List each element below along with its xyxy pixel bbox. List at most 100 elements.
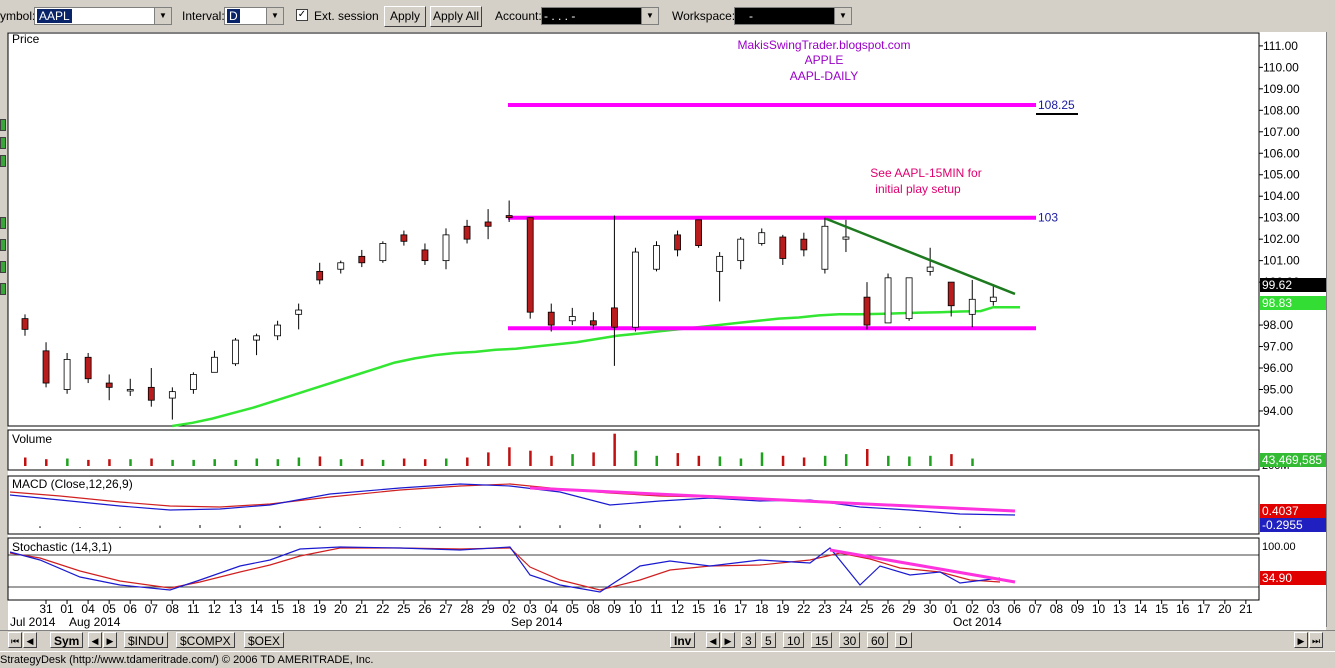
prev-icon[interactable]: ◀	[706, 632, 720, 648]
tab-interval-10[interactable]: 10	[783, 632, 805, 648]
stochastic-panel-label: Stochastic (14,3,1)	[12, 540, 112, 554]
chevron-down-icon[interactable]: ▼	[834, 8, 851, 24]
chevron-down-icon[interactable]: ▼	[154, 8, 171, 24]
x-day-label: 16	[1176, 602, 1190, 616]
prev-icon[interactable]: ◀	[88, 632, 102, 648]
volume-bar	[613, 433, 616, 466]
tab-interval-5[interactable]: 5	[761, 632, 776, 648]
volume-bar	[171, 459, 174, 466]
tab-compx[interactable]: $COMPX	[176, 632, 235, 648]
volume-bar	[739, 458, 743, 466]
macd-value-label: 0.4037	[1262, 504, 1299, 518]
tab-interval-3[interactable]: 3	[741, 632, 756, 648]
x-day-label: 08	[587, 602, 601, 616]
tab-oex[interactable]: $OEX	[244, 632, 285, 648]
workspace-value: -	[749, 9, 753, 23]
x-day-label: 05	[566, 602, 580, 616]
symbol-label: Symbol:	[0, 9, 36, 23]
toolbar: Symbol: AAPL ▼ Interval: D ▼ ✓ Ext. sess…	[0, 0, 1335, 33]
last-price-label: 99.62	[1262, 278, 1292, 292]
volume-bar	[634, 450, 637, 466]
x-day-label: 02	[966, 602, 980, 616]
apply-all-button[interactable]: Apply All	[430, 6, 482, 27]
x-day-label: 19	[776, 602, 790, 616]
candle-body	[358, 255, 366, 264]
x-day-label: 02	[502, 602, 516, 616]
x-day-label: 15	[692, 602, 706, 616]
price-tick-label: 106.00	[1263, 146, 1300, 160]
candle-body	[989, 296, 997, 302]
volume-bar	[466, 457, 469, 466]
tab-interval-d[interactable]: D	[895, 632, 912, 648]
volume-bar	[108, 459, 111, 466]
price-tick-label: 105.00	[1263, 168, 1300, 182]
tab-indu[interactable]: $INDU	[124, 632, 169, 648]
price-tick-label: 109.00	[1263, 82, 1300, 96]
x-day-label: 21	[355, 602, 369, 616]
volume-bar	[950, 454, 953, 466]
candle-body	[421, 249, 429, 262]
candle-body	[758, 232, 766, 244]
candle-body	[611, 307, 618, 328]
x-day-label: 13	[1113, 602, 1127, 616]
volume-bar	[381, 459, 385, 466]
ext-session-checkbox[interactable]: ✓	[296, 9, 308, 21]
x-day-label: 19	[313, 602, 327, 616]
macd-signal-value-label: -0.2955	[1262, 518, 1303, 532]
candle-body	[863, 296, 871, 326]
annotation-line-2: initial play setup	[875, 182, 961, 196]
next-icon[interactable]: ▶	[1294, 632, 1308, 648]
interval-combo[interactable]: D ▼	[224, 7, 284, 25]
volume-bar	[66, 458, 69, 466]
x-day-label: 07	[145, 602, 159, 616]
x-day-label: 22	[797, 602, 811, 616]
workspace-combo[interactable]: - ▼	[734, 7, 852, 25]
chevron-down-icon[interactable]: ▼	[266, 8, 283, 24]
chart-area[interactable]: Price Volume MACD (Close,12,26,9) Stocha…	[0, 32, 1326, 630]
x-day-label: 17	[734, 602, 748, 616]
volume-bar	[402, 458, 406, 466]
account-combo[interactable]: - . . . - ▼	[541, 7, 659, 25]
volume-bar	[781, 455, 785, 466]
apply-button[interactable]: Apply	[384, 6, 426, 27]
sym-tab[interactable]: Sym	[50, 632, 84, 648]
volume-value-label: 43,469,585	[1262, 453, 1322, 467]
x-day-label: 28	[460, 602, 474, 616]
next-icon[interactable]: ▶	[721, 632, 735, 648]
volume-bar	[87, 459, 90, 466]
x-day-label: 30	[923, 602, 937, 616]
prev-icon[interactable]: ◀	[23, 632, 37, 648]
tab-interval-15[interactable]: 15	[811, 632, 833, 648]
chart-title-line-2: APPLE	[805, 53, 844, 67]
price-tick-label: 101.00	[1263, 254, 1300, 268]
next-icon[interactable]: ▶	[103, 632, 117, 648]
first-icon[interactable]: ⏮	[8, 632, 22, 648]
right-scroll-strip[interactable]	[1326, 32, 1335, 627]
level-label: 103	[1038, 211, 1058, 225]
volume-bar	[297, 457, 301, 466]
volume-panel-label: Volume	[12, 432, 52, 446]
chevron-down-icon[interactable]: ▼	[641, 8, 658, 24]
price-tick-label: 102.00	[1263, 232, 1300, 246]
x-day-label: 12	[208, 602, 222, 616]
volume-bar	[45, 459, 48, 466]
price-tick-label: 103.00	[1263, 211, 1300, 225]
x-day-label: 24	[839, 602, 853, 616]
x-day-label: 16	[713, 602, 727, 616]
symbol-combo[interactable]: AAPL ▼	[34, 7, 172, 25]
x-day-label: 12	[671, 602, 685, 616]
volume-bar	[255, 458, 259, 466]
tab-interval-30[interactable]: 30	[839, 632, 861, 648]
candle-body	[779, 236, 787, 259]
x-day-label: 08	[166, 602, 180, 616]
tab-interval-60[interactable]: 60	[867, 632, 889, 648]
x-day-label: 01	[60, 602, 74, 616]
price-panel-label: Price	[12, 32, 40, 46]
x-day-label: 20	[334, 602, 348, 616]
price-tick-label: 107.00	[1263, 125, 1300, 139]
inv-tab[interactable]: Inv	[670, 632, 696, 648]
candle-body	[674, 234, 681, 251]
account-value: - . . . -	[544, 9, 576, 23]
last-icon[interactable]: ⏭	[1309, 632, 1323, 648]
x-day-label: 29	[902, 602, 916, 616]
